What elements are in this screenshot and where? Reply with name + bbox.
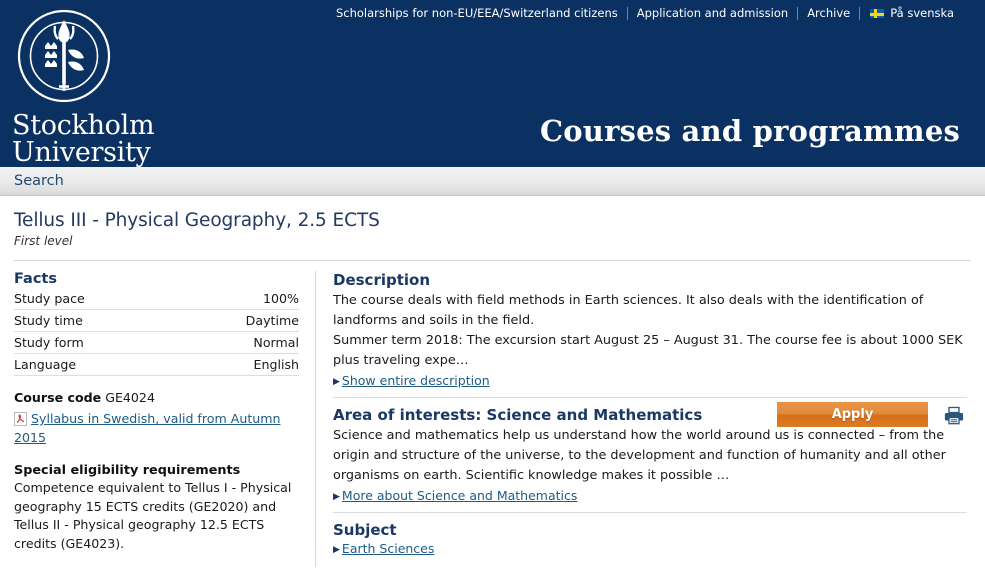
- fact-label: Study form: [14, 331, 177, 354]
- subject-section: Subject ▶ Earth Sciences: [333, 521, 967, 556]
- facts-heading: Facts: [14, 271, 57, 287]
- show-entire-description-row: ▶ Show entire description: [333, 373, 967, 388]
- course-code-label: Course code: [14, 390, 102, 405]
- top-utility-nav: Scholarships for non-EU/EEA/Switzerland …: [327, 6, 963, 21]
- area-of-interest-text: Science and mathematics help us understa…: [333, 428, 946, 483]
- search-link[interactable]: Search: [14, 173, 64, 189]
- syllabus-row: Syllabus in Swedish, valid from Autumn 2…: [14, 409, 299, 447]
- fact-value: Daytime: [176, 309, 299, 332]
- fact-label: Study time: [14, 309, 177, 332]
- subject-link-row: ▶ Earth Sciences: [333, 541, 967, 556]
- description-paragraph-1: The course deals with field methods in E…: [333, 293, 924, 328]
- table-row: Study pace 100%: [14, 288, 299, 310]
- table-row: Language English: [14, 353, 299, 376]
- fact-value: Normal: [176, 331, 299, 354]
- course-title-row: Tellus III - Physical Geography, 2.5 ECT…: [0, 196, 985, 427]
- site-header: Scholarships for non-EU/EEA/Switzerland …: [0, 0, 985, 167]
- topnav-link-application-admission[interactable]: Application and admission: [628, 6, 797, 21]
- topnav-link-pa-svenska[interactable]: På svenska: [881, 6, 963, 21]
- page-title: Tellus III - Physical Geography, 2.5 ECT…: [14, 210, 380, 231]
- description-heading: Description: [333, 271, 431, 289]
- fact-value: 100%: [176, 288, 299, 310]
- syllabus-link[interactable]: Syllabus in Swedish, valid from Autumn 2…: [14, 411, 281, 445]
- table-row: Study form Normal: [14, 331, 299, 354]
- course-level-label: First level: [14, 234, 73, 248]
- subject-heading: Subject: [333, 521, 397, 539]
- topnav-link-scholarships[interactable]: Scholarships for non-EU/EEA/Switzerland …: [327, 6, 627, 21]
- search-bar: Search: [0, 167, 985, 196]
- more-about-area-row: ▶ More about Science and Mathematics: [333, 488, 967, 503]
- fact-label: Study pace: [14, 288, 177, 310]
- table-row: Study time Daytime: [14, 309, 299, 332]
- facts-column: Facts Study pace 100% Study time Daytime…: [0, 271, 316, 567]
- chevron-right-icon: ▶: [333, 492, 340, 502]
- swedish-flag-icon: [869, 8, 886, 19]
- section-divider: [333, 397, 967, 398]
- logo-text-line2: University: [12, 137, 151, 168]
- stockholm-university-seal-icon: [17, 9, 111, 103]
- show-entire-description-link[interactable]: Show entire description: [342, 373, 490, 388]
- section-divider: [333, 512, 967, 513]
- fact-value: English: [176, 353, 299, 376]
- topnav-link-archive[interactable]: Archive: [798, 6, 859, 21]
- description-paragraph-2: Summer term 2018: The excursion start Au…: [333, 333, 963, 368]
- printer-icon[interactable]: [944, 406, 964, 425]
- site-logo[interactable]: Stockholm University: [10, 6, 180, 166]
- pdf-file-icon: [14, 412, 27, 426]
- course-code-value: GE4024: [105, 390, 155, 405]
- facts-table: Study pace 100% Study time Daytime Study…: [14, 288, 299, 376]
- subject-link-earth-sciences[interactable]: Earth Sciences: [342, 541, 434, 556]
- course-code-row: Course code GE4024: [14, 390, 299, 405]
- site-section-title: Courses and programmes: [539, 114, 960, 148]
- eligibility-text: Competence equivalent to Tellus I - Phys…: [14, 480, 292, 551]
- chevron-right-icon: ▶: [333, 377, 340, 387]
- fact-label: Language: [14, 353, 177, 376]
- topnav-divider: [859, 7, 861, 20]
- more-about-science-link[interactable]: More about Science and Mathematics: [342, 488, 577, 503]
- chevron-right-icon: ▶: [333, 545, 340, 555]
- apply-button[interactable]: Apply: [777, 402, 928, 427]
- logo-text-line1: Stockholm: [12, 110, 155, 141]
- description-section: Description The course deals with field …: [333, 271, 967, 388]
- eligibility-heading: Special eligibility requirements: [14, 463, 241, 478]
